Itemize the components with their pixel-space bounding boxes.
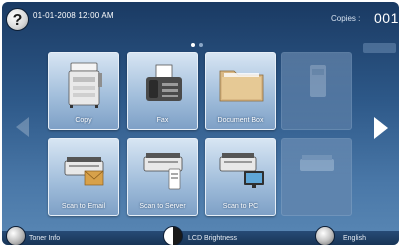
next-page-arrow-icon[interactable] (374, 117, 388, 139)
scan-to-email-label: Scan to Email (61, 203, 106, 210)
toner-info-label[interactable]: Toner Info (29, 235, 60, 242)
lcd-brightness-label[interactable]: LCD Brightness (188, 235, 237, 242)
scan-to-pc-label: Scan to PC (222, 203, 259, 210)
document-box-label: Document Box (217, 117, 264, 124)
page-dot (199, 43, 203, 47)
copy-button[interactable]: Copy (48, 52, 119, 130)
copies-count[interactable]: 001 (374, 10, 399, 26)
scan-to-server-label: Scan to Server (139, 203, 186, 210)
language-label[interactable]: English (343, 235, 366, 242)
device-icon (310, 65, 326, 97)
page-dot-active (191, 43, 195, 47)
copy-label: Copy (75, 117, 92, 124)
folder-icon (219, 70, 264, 102)
scan-to-pc-button[interactable]: Scan to PC (205, 138, 276, 216)
copies-label: Copies : (331, 14, 361, 23)
previous-page-arrow-icon[interactable] (16, 117, 29, 137)
fax-icon (146, 64, 182, 101)
toner-icon[interactable] (6, 226, 26, 245)
top-right-button[interactable] (363, 43, 396, 53)
scan-to-server-icon (143, 153, 183, 190)
document-box-button[interactable]: Document Box (205, 52, 276, 130)
scan-to-pc-icon (219, 153, 264, 188)
scan-to-email-icon (64, 157, 104, 186)
disabled-app-button[interactable] (281, 52, 352, 130)
globe-icon[interactable] (315, 226, 335, 245)
fax-button[interactable]: Fax (127, 52, 198, 130)
brightness-icon[interactable] (163, 226, 183, 245)
scan-to-server-button[interactable]: Scan to Server (127, 138, 198, 216)
scan-to-email-button[interactable]: Scan to Email (48, 138, 119, 216)
copier-icon (68, 62, 102, 108)
scanner-icon (300, 155, 334, 171)
lcd-screen: ? 01-01-2008 12:00 AM Copies : 001 Copy (2, 2, 399, 245)
disabled-app-button-2[interactable] (281, 138, 352, 216)
fax-label: Fax (156, 117, 169, 124)
help-button[interactable]: ? (6, 8, 29, 31)
date-time: 01-01-2008 12:00 AM (33, 11, 114, 20)
page-indicator (191, 43, 203, 47)
